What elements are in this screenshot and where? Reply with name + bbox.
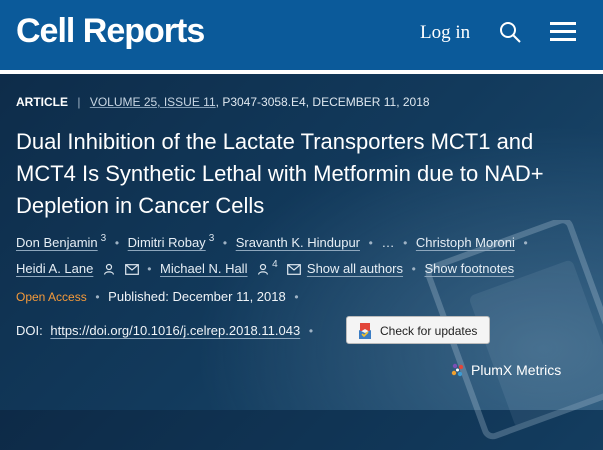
pages-and-date: P3047-3058.E4, DECEMBER 11, 2018 bbox=[222, 95, 430, 109]
publication-info: Open Access • Published: December 11, 20… bbox=[16, 289, 304, 304]
hamburger-menu-icon[interactable] bbox=[550, 22, 576, 42]
separator-dot: • bbox=[308, 324, 314, 338]
check-for-updates-button[interactable]: Check for updates bbox=[346, 316, 490, 344]
doi-row: DOI: https://doi.org/10.1016/j.celrep.20… bbox=[16, 323, 318, 338]
author-link[interactable]: Sravanth K. Hindupur bbox=[236, 235, 360, 250]
author-link[interactable]: Michael N. Hall bbox=[160, 261, 247, 276]
separator-dot: • bbox=[114, 236, 120, 250]
article-title: Dual Inhibition of the Lactate Transport… bbox=[16, 129, 544, 218]
author-affiliation-sup[interactable]: 3 bbox=[101, 233, 107, 244]
author-link[interactable]: Christoph Moroni bbox=[416, 235, 515, 250]
check-for-updates-label: Check for updates bbox=[380, 324, 478, 338]
search-icon[interactable] bbox=[498, 20, 522, 44]
login-link[interactable]: Log in bbox=[420, 22, 470, 44]
separator-dot: • bbox=[95, 290, 100, 304]
open-access-badge: Open Access bbox=[16, 290, 87, 304]
separator-dot: • bbox=[523, 236, 528, 250]
published-date: Published: December 11, 2018 bbox=[108, 289, 286, 304]
article-meta: ARTICLE | VOLUME 25, ISSUE 11, P3047-305… bbox=[16, 95, 430, 109]
separator-dot: • bbox=[294, 290, 299, 304]
author-list: Don Benjamin 3 • Dimitri Robay 3 • Sravant… bbox=[16, 233, 596, 285]
author-link[interactable]: Dimitri Robay bbox=[128, 235, 206, 250]
crossmark-icon bbox=[359, 323, 371, 339]
plumx-label: PlumX Metrics bbox=[471, 362, 562, 378]
top-navigation-bar: Cell Reports Log in bbox=[0, 0, 603, 74]
authors-ellipsis: … bbox=[381, 235, 395, 250]
doi-label: DOI: bbox=[16, 323, 43, 338]
article-type: ARTICLE bbox=[16, 95, 68, 109]
doi-link[interactable]: https://doi.org/10.1016/j.celrep.2018.11… bbox=[50, 323, 300, 338]
email-icon[interactable] bbox=[124, 264, 139, 275]
email-icon[interactable] bbox=[287, 264, 302, 275]
author-affiliation-sup[interactable]: 4 bbox=[272, 259, 278, 270]
person-icon[interactable] bbox=[103, 263, 115, 275]
show-all-authors-link[interactable]: Show all authors bbox=[307, 261, 403, 276]
author-link[interactable]: Heidi A. Lane bbox=[16, 261, 93, 276]
author-affiliation-sup[interactable]: 3 bbox=[209, 233, 215, 244]
show-footnotes-link[interactable]: Show footnotes bbox=[424, 261, 514, 276]
separator-dot: • bbox=[411, 262, 416, 276]
plumx-metrics[interactable]: PlumX Metrics bbox=[450, 362, 561, 378]
separator-dot: • bbox=[222, 236, 228, 250]
person-icon[interactable] bbox=[257, 263, 269, 275]
plumx-icon bbox=[451, 363, 464, 377]
site-logo[interactable]: Cell Reports bbox=[16, 12, 205, 51]
volume-link[interactable]: VOLUME 25, ISSUE 11 bbox=[90, 95, 216, 109]
separator-dot: • bbox=[403, 236, 408, 250]
author-link[interactable]: Don Benjamin bbox=[16, 235, 98, 250]
separator-dot: • bbox=[368, 236, 373, 250]
separator-dot: • bbox=[147, 262, 152, 276]
